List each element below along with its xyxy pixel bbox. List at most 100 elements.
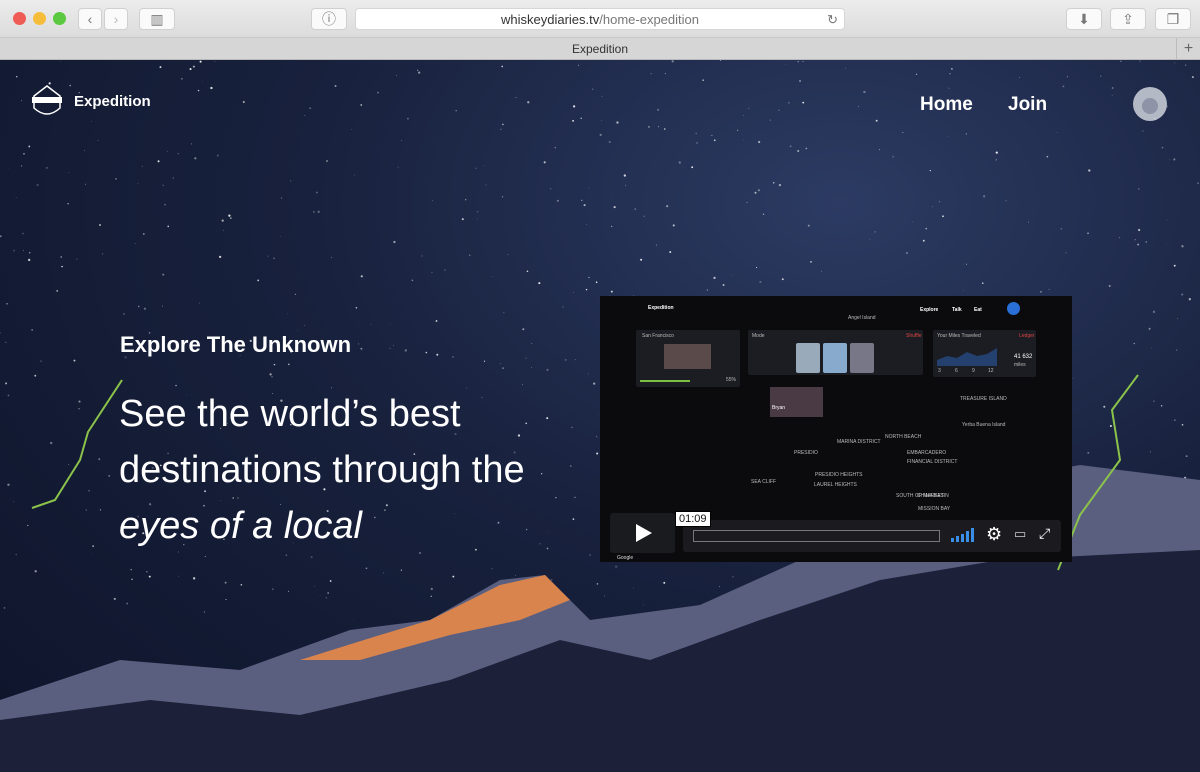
star bbox=[31, 328, 34, 331]
star bbox=[1173, 158, 1176, 161]
play-button[interactable] bbox=[610, 513, 675, 553]
star bbox=[1019, 77, 1020, 78]
star bbox=[189, 68, 192, 71]
star bbox=[216, 154, 219, 157]
star bbox=[257, 279, 260, 282]
star bbox=[202, 80, 203, 82]
reload-icon[interactable]: ↻ bbox=[827, 9, 838, 30]
star bbox=[68, 464, 70, 465]
star bbox=[210, 86, 213, 90]
tabs-icon[interactable]: ❐ bbox=[1155, 8, 1191, 30]
city-label: San Francisco bbox=[642, 333, 674, 339]
star bbox=[455, 109, 457, 112]
nav-join[interactable]: Join bbox=[1008, 94, 1047, 116]
play-icon bbox=[636, 524, 652, 542]
star bbox=[85, 509, 87, 511]
star bbox=[365, 567, 368, 570]
sidebar-icon[interactable]: ▥ bbox=[139, 8, 175, 30]
star bbox=[1066, 76, 1068, 78]
star bbox=[778, 183, 782, 187]
airplay-icon[interactable]: ▭ bbox=[1014, 526, 1026, 542]
map-label: FINANCIAL DISTRICT bbox=[907, 459, 958, 465]
star bbox=[431, 272, 433, 274]
settings-icon[interactable]: ⚙ bbox=[986, 524, 1002, 545]
lion-crest-icon[interactable] bbox=[1130, 80, 1170, 128]
miles-chart bbox=[937, 348, 997, 366]
power-icon bbox=[1007, 302, 1020, 315]
site-logo[interactable]: Expedition bbox=[30, 82, 151, 120]
star bbox=[799, 80, 801, 82]
star bbox=[583, 204, 586, 207]
share-icon[interactable]: ⇪ bbox=[1110, 8, 1146, 30]
star bbox=[613, 205, 616, 209]
star bbox=[143, 307, 147, 310]
star bbox=[1176, 349, 1178, 351]
star bbox=[650, 73, 652, 75]
address-bar[interactable]: whiskeydiaries.tv/home-expedition ↻ bbox=[355, 8, 845, 30]
star bbox=[869, 238, 871, 240]
star bbox=[287, 363, 290, 366]
tick: 12 bbox=[988, 368, 994, 374]
star bbox=[36, 183, 39, 187]
back-button[interactable]: ‹ bbox=[78, 8, 102, 30]
star bbox=[754, 191, 757, 194]
star bbox=[225, 599, 227, 601]
password-icon[interactable]: ⓘ bbox=[311, 8, 347, 30]
tab-expedition[interactable]: Expedition bbox=[572, 42, 628, 56]
star bbox=[1138, 188, 1140, 190]
video-player[interactable]: Expedition Explore Talk Eat San Francisc… bbox=[600, 296, 1072, 562]
star bbox=[572, 105, 576, 108]
star bbox=[858, 106, 859, 107]
star bbox=[73, 359, 76, 362]
star bbox=[758, 140, 761, 144]
star bbox=[1160, 405, 1163, 407]
star bbox=[719, 60, 721, 62]
star bbox=[502, 367, 504, 370]
star bbox=[199, 60, 202, 63]
star bbox=[948, 136, 950, 137]
star bbox=[981, 282, 984, 285]
star bbox=[131, 578, 133, 581]
star bbox=[625, 184, 627, 186]
star bbox=[143, 233, 145, 235]
star bbox=[21, 100, 22, 102]
shuffle-label: Shuffle bbox=[906, 333, 922, 339]
star bbox=[417, 69, 419, 71]
star bbox=[1145, 241, 1147, 243]
forward-button[interactable]: › bbox=[104, 8, 128, 30]
star bbox=[61, 265, 63, 268]
minimize-window-button[interactable] bbox=[33, 12, 46, 25]
star bbox=[271, 375, 273, 378]
star bbox=[360, 347, 363, 350]
star bbox=[280, 197, 283, 199]
star bbox=[218, 255, 222, 259]
star bbox=[762, 213, 765, 216]
star bbox=[658, 126, 659, 128]
star bbox=[922, 239, 925, 242]
star bbox=[273, 257, 275, 260]
star bbox=[500, 128, 502, 130]
progress-pct: 55% bbox=[726, 377, 737, 383]
star bbox=[476, 210, 479, 213]
star bbox=[611, 225, 613, 228]
star bbox=[60, 61, 62, 62]
new-tab-button[interactable]: + bbox=[1176, 38, 1200, 60]
star bbox=[1046, 155, 1049, 158]
nav-home[interactable]: Home bbox=[920, 94, 973, 116]
download-icon[interactable]: ⬇ bbox=[1066, 8, 1102, 30]
star bbox=[965, 133, 967, 135]
star bbox=[507, 254, 509, 256]
star bbox=[68, 171, 70, 173]
browser-toolbar: ‹ › ▥ ⓘ whiskeydiaries.tv/home-expeditio… bbox=[0, 0, 1200, 38]
star bbox=[397, 166, 399, 168]
star bbox=[98, 223, 102, 227]
fullscreen-icon[interactable]: ⤢ bbox=[1039, 525, 1050, 542]
volume-icon[interactable] bbox=[951, 528, 976, 542]
hero-kicker: Explore The Unknown bbox=[120, 332, 352, 357]
star bbox=[546, 368, 549, 371]
maximize-window-button[interactable] bbox=[53, 12, 66, 25]
star bbox=[643, 215, 645, 217]
seek-bar[interactable] bbox=[693, 530, 940, 542]
close-window-button[interactable] bbox=[13, 12, 26, 25]
star bbox=[272, 588, 274, 590]
